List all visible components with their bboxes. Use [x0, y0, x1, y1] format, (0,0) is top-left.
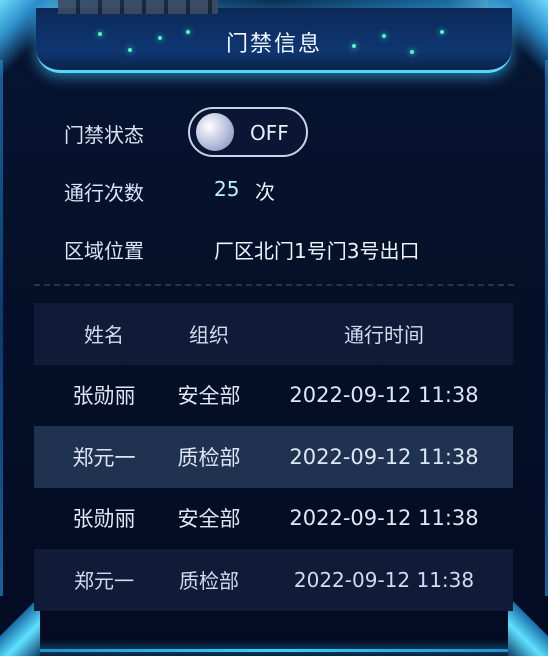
table-header-row: 姓名 组织 通行时间 [34, 303, 513, 365]
access-control-panel: 门禁信息 门禁状态 OFF 通行次数 25 次 区域位置 厂区北门1号门3号出口… [0, 0, 548, 656]
area-value: 厂区北门1号门3号出口 [214, 239, 420, 263]
toggle-knob [196, 113, 234, 151]
pass-count-value: 25 [214, 177, 240, 201]
area-label: 区域位置 [64, 239, 144, 263]
cell-name: 张勋丽 [72, 507, 136, 532]
table-row[interactable]: 郑元一 质检部 2022-09-12 11:38 [34, 549, 513, 611]
cell-org: 安全部 [177, 507, 241, 532]
cell-org: 质检部 [179, 569, 239, 594]
access-log-table: 姓名 组织 通行时间 张勋丽 安全部 2022-09-12 11:38 郑元一 … [34, 303, 513, 611]
column-header-name: 姓名 [84, 323, 124, 348]
pass-count-unit: 次 [255, 180, 275, 204]
cell-name: 郑元一 [74, 569, 134, 594]
cell-time: 2022-09-12 11:38 [289, 444, 479, 469]
header-tab-decoration [58, 0, 218, 14]
panel-title: 门禁信息 [225, 32, 322, 57]
cell-org: 质检部 [177, 445, 241, 470]
access-status-toggle[interactable]: OFF [188, 107, 308, 157]
frame-corner-bottom-right [508, 586, 548, 656]
column-header-org: 组织 [189, 323, 229, 348]
table-row[interactable]: 张勋丽 安全部 2022-09-12 11:38 [34, 488, 513, 550]
cell-time: 2022-09-12 11:38 [289, 383, 479, 408]
column-header-time: 通行时间 [344, 323, 424, 348]
status-label: 门禁状态 [64, 123, 144, 147]
cell-org: 安全部 [177, 384, 241, 409]
dashed-divider [34, 284, 514, 286]
cell-time: 2022-09-12 11:38 [293, 567, 475, 592]
panel-header: 门禁信息 [0, 0, 548, 78]
cell-time: 2022-09-12 11:38 [289, 506, 479, 531]
table-row[interactable]: 张勋丽 安全部 2022-09-12 11:38 [34, 365, 513, 427]
cell-name: 郑元一 [72, 445, 136, 470]
table-row[interactable]: 郑元一 质检部 2022-09-12 11:38 [34, 426, 513, 488]
toggle-state-text: OFF [250, 121, 289, 145]
count-label: 通行次数 [64, 181, 144, 205]
cell-name: 张勋丽 [72, 384, 136, 409]
frame-bottom-glow [30, 649, 518, 652]
frame-left-edge [0, 60, 3, 596]
